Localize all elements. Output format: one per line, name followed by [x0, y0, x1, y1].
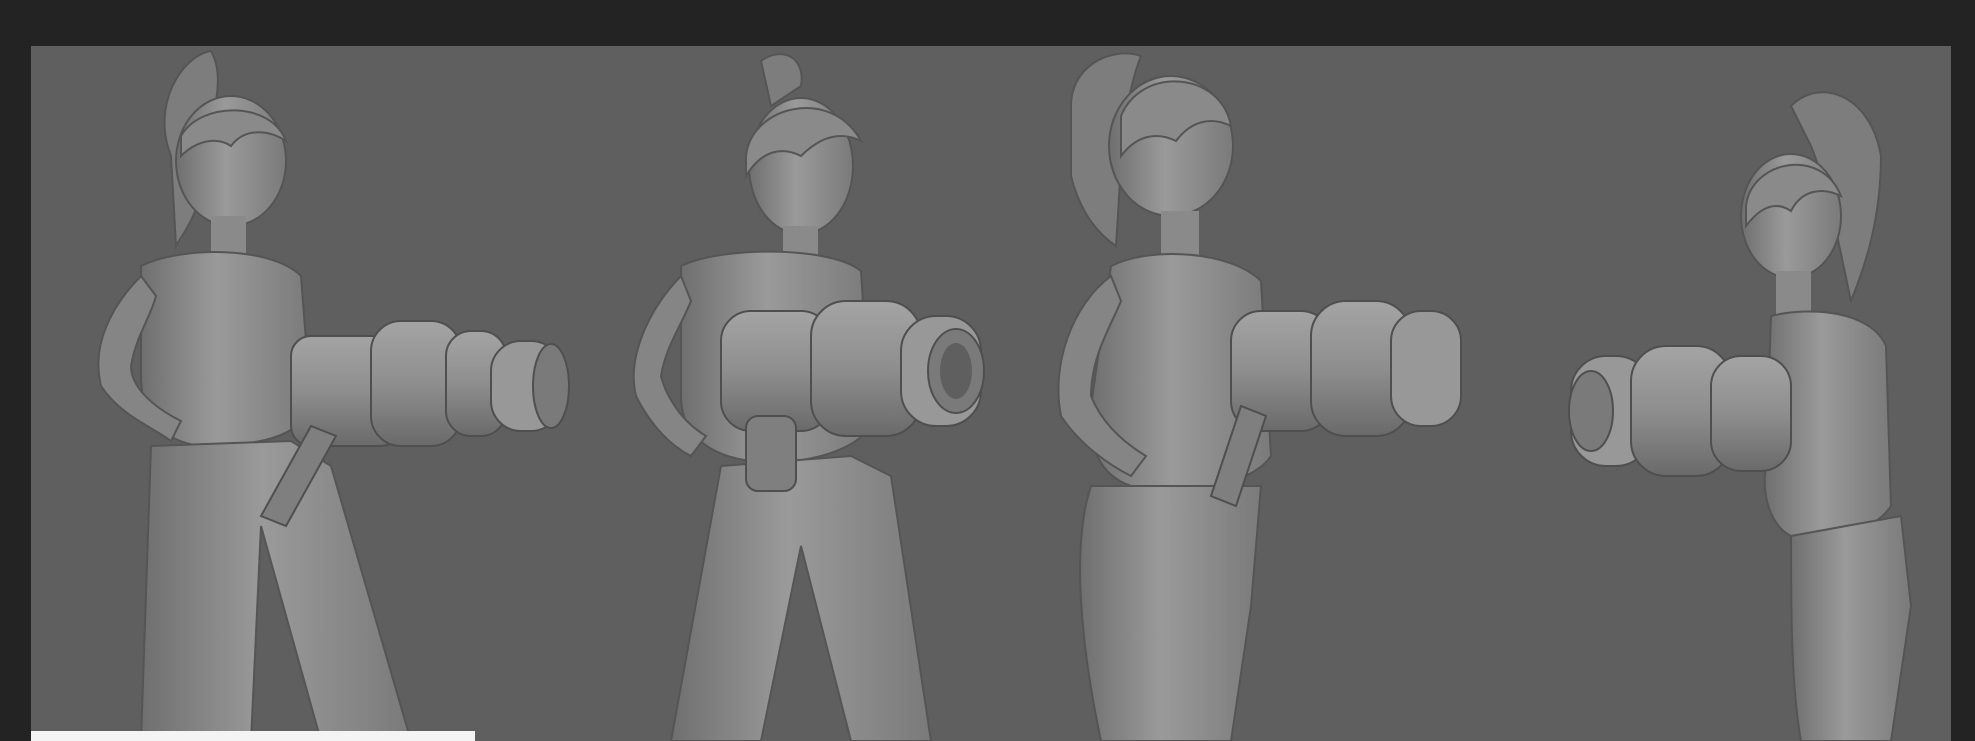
character-view-4	[1568, 91, 1913, 741]
character-sculpt-renders	[97, 49, 1913, 741]
character-view-3	[1057, 52, 1462, 741]
character-view-2	[632, 53, 985, 741]
character-view-1	[97, 49, 570, 741]
scale-bar	[31, 731, 475, 741]
render-frame	[0, 0, 1975, 741]
render-viewport	[31, 46, 1951, 741]
